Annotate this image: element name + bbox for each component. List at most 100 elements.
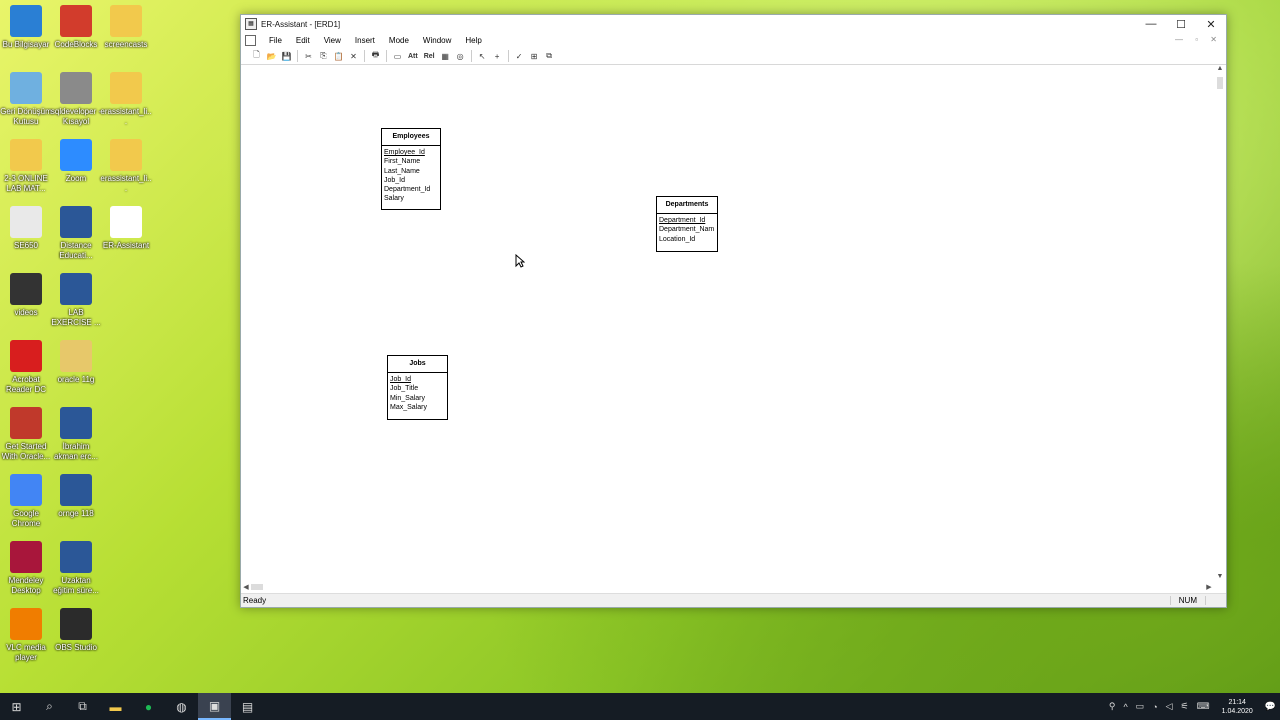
desktop-shortcut[interactable]: VLC media player (0, 608, 52, 663)
horizontal-scroll-thumb[interactable] (251, 584, 263, 590)
desktop-shortcut[interactable]: oracle 11g (50, 340, 102, 385)
entity-attribute[interactable]: Job_Id (382, 176, 440, 185)
copy-icon[interactable]: ⎘ (316, 50, 331, 63)
document-window-controls[interactable]: — ▫ ✕ (1175, 35, 1222, 44)
desktop-shortcut[interactable]: Distance Educati... (50, 206, 102, 261)
entity-attribute[interactable]: Salary (382, 194, 440, 203)
people-icon[interactable]: ⚲ (1105, 701, 1120, 712)
app-icon-generic[interactable]: ◍ (165, 693, 198, 720)
er-assistant-taskbar-icon[interactable]: ▣ (198, 693, 231, 720)
menu-window[interactable]: Window (416, 36, 458, 45)
scroll-down-icon[interactable]: ▼ (1214, 573, 1226, 583)
desktop-shortcut[interactable]: Get Started With Oracle... (0, 407, 52, 462)
desktop-shortcut[interactable]: Bu Bilgisayar (0, 5, 52, 50)
entity-attribute[interactable]: Department_Id (657, 216, 717, 225)
entity-attribute[interactable]: Location_Id (657, 235, 717, 244)
desktop-shortcut[interactable]: Mendeley Desktop (0, 541, 52, 596)
file-explorer-icon[interactable]: ▬ (99, 693, 132, 720)
print-icon[interactable]: 🖶 (368, 50, 383, 63)
desktop-shortcut[interactable]: Geri Dönüşüm Kutusu (0, 72, 52, 127)
show-hidden-icons-icon[interactable]: ^ (1119, 702, 1131, 712)
attribute-tool-button[interactable]: Att (405, 50, 421, 63)
battery-icon[interactable]: ▭ (1132, 701, 1149, 712)
menu-edit[interactable]: Edit (289, 36, 317, 45)
entity-attribute[interactable]: Department_Id (382, 185, 440, 194)
pointer-icon[interactable]: ↖ (475, 50, 490, 63)
search-icon[interactable]: ⌕ (33, 693, 66, 720)
desktop-shortcut[interactable]: OBS Studio (50, 608, 102, 653)
menu-file[interactable]: File (262, 36, 289, 45)
entity-attribute[interactable]: Job_Id (388, 375, 447, 384)
entity-tool-icon[interactable]: ▭ (390, 50, 405, 63)
diagram-canvas[interactable]: Employees Employee_Id First_Name Last_Name J… (241, 65, 1214, 583)
desktop-shortcut-label: LAB EXERCISE ... (51, 308, 101, 327)
desktop-shortcut[interactable]: Acrobat Reader DC (0, 340, 52, 395)
scroll-left-icon[interactable]: ◀ (241, 583, 251, 591)
vertical-scrollbar[interactable]: ▲ ▼ (1214, 65, 1226, 583)
vertical-scroll-thumb[interactable] (1217, 77, 1223, 89)
desktop-shortcut[interactable]: sqldeveloper - Kısayol (50, 72, 102, 127)
entity-attribute[interactable]: Min_Salary (388, 394, 447, 403)
task-view-icon[interactable]: ⧉ (66, 693, 99, 720)
title-bar[interactable]: ▦ ER-Assistant - [ERD1] — ☐ ✕ (241, 15, 1226, 33)
entity-attribute[interactable]: Job_Title (388, 384, 447, 393)
entity-attribute[interactable]: Employee_Id (382, 148, 440, 157)
usb-icon[interactable]: ⚟ (1177, 701, 1193, 712)
entity-employees[interactable]: Employees Employee_Id First_Name Last_Name J… (381, 128, 441, 210)
crosshair-icon[interactable]: + (490, 50, 505, 63)
layout-icon[interactable]: ⊞ (527, 50, 542, 63)
scroll-up-icon[interactable]: ▲ (1214, 65, 1226, 75)
scroll-right-icon[interactable]: ▶ (1204, 583, 1214, 591)
desktop-shortcut[interactable]: ER-Assistant (100, 206, 152, 251)
table-icon[interactable]: ▦ (438, 50, 453, 63)
entity-attribute[interactable]: Last_Name (382, 167, 440, 176)
check-icon[interactable]: ✓ (512, 50, 527, 63)
horizontal-scrollbar[interactable]: ◀ ▶ (241, 581, 1214, 593)
desktop-shortcut[interactable]: 2-3 ONLINE LAB MAT... (0, 139, 52, 194)
entity-departments[interactable]: Departments Department_Id Department_Nam Lo… (656, 196, 718, 252)
desktop-shortcut[interactable]: CodeBlocks (50, 5, 102, 50)
cut-icon[interactable]: ✂ (301, 50, 316, 63)
delete-icon[interactable]: ✕ (346, 50, 361, 63)
desktop-shortcut[interactable]: videos (0, 273, 52, 318)
close-icon[interactable]: ✕ (1196, 15, 1226, 33)
clock[interactable]: 21:14 1.04.2020 (1214, 698, 1261, 716)
document-icon[interactable] (245, 35, 256, 46)
maximize-icon[interactable]: ☐ (1166, 15, 1196, 33)
desktop-shortcut[interactable]: İbrahim akman erc... (50, 407, 102, 462)
desktop-shortcut[interactable]: LAB EXERCISE ... (50, 273, 102, 328)
entity-attribute[interactable]: First_Name (382, 157, 440, 166)
start-windows-icon[interactable]: ⊞ (0, 693, 33, 720)
relationship-tool-button[interactable]: Rel (421, 50, 438, 63)
menu-help[interactable]: Help (458, 36, 488, 45)
network-icon[interactable]: ◔ (1148, 702, 1161, 712)
menu-insert[interactable]: Insert (348, 36, 382, 45)
menu-view[interactable]: View (317, 36, 348, 45)
help-circle-icon[interactable]: ◎ (453, 50, 468, 63)
save-icon[interactable]: 💾 (279, 50, 294, 63)
keyboard-icon[interactable]: ⌨ (1193, 701, 1214, 712)
menu-mode[interactable]: Mode (382, 36, 416, 45)
spotify-icon[interactable]: ● (132, 693, 165, 720)
report-icon[interactable]: ⧉ (542, 50, 557, 63)
paste-icon[interactable]: 📋 (331, 50, 346, 63)
database-taskbar-icon[interactable]: ▤ (231, 693, 264, 720)
entity-jobs[interactable]: Jobs Job_Id Job_Title Min_Salary Max_Salary (387, 355, 448, 420)
desktop-shortcut[interactable]: Uzaktan eğitim süre... (50, 541, 102, 596)
minimize-icon[interactable]: — (1136, 15, 1166, 33)
desktop-shortcut[interactable]: erassistant_li... (100, 72, 152, 127)
desktop-shortcut[interactable]: SE650 (0, 206, 52, 251)
open-folder-icon[interactable]: 📂 (264, 50, 279, 63)
toolbar: 🗋 📂 💾 ✂ ⎘ 📋 ✕ 🖶 ▭ Att Rel ▦ ◎ ↖ + ✓ ⊞ ⧉ (241, 48, 1226, 65)
new-file-icon[interactable]: 🗋 (249, 50, 264, 63)
database-icon (60, 72, 92, 104)
desktop-shortcut[interactable]: ornge 118 (50, 474, 102, 519)
desktop-shortcut[interactable]: screencasts (100, 5, 152, 50)
desktop-shortcut[interactable]: Zoom (50, 139, 102, 184)
entity-attribute[interactable]: Max_Salary (388, 403, 447, 412)
notifications-icon[interactable]: 💬 (1261, 701, 1280, 712)
volume-icon[interactable]: ◁ (1162, 701, 1177, 712)
desktop-shortcut[interactable]: erassistant_li... (100, 139, 152, 194)
entity-attribute[interactable]: Department_Nam (657, 225, 717, 234)
desktop-shortcut[interactable]: Google Chrome (0, 474, 52, 529)
